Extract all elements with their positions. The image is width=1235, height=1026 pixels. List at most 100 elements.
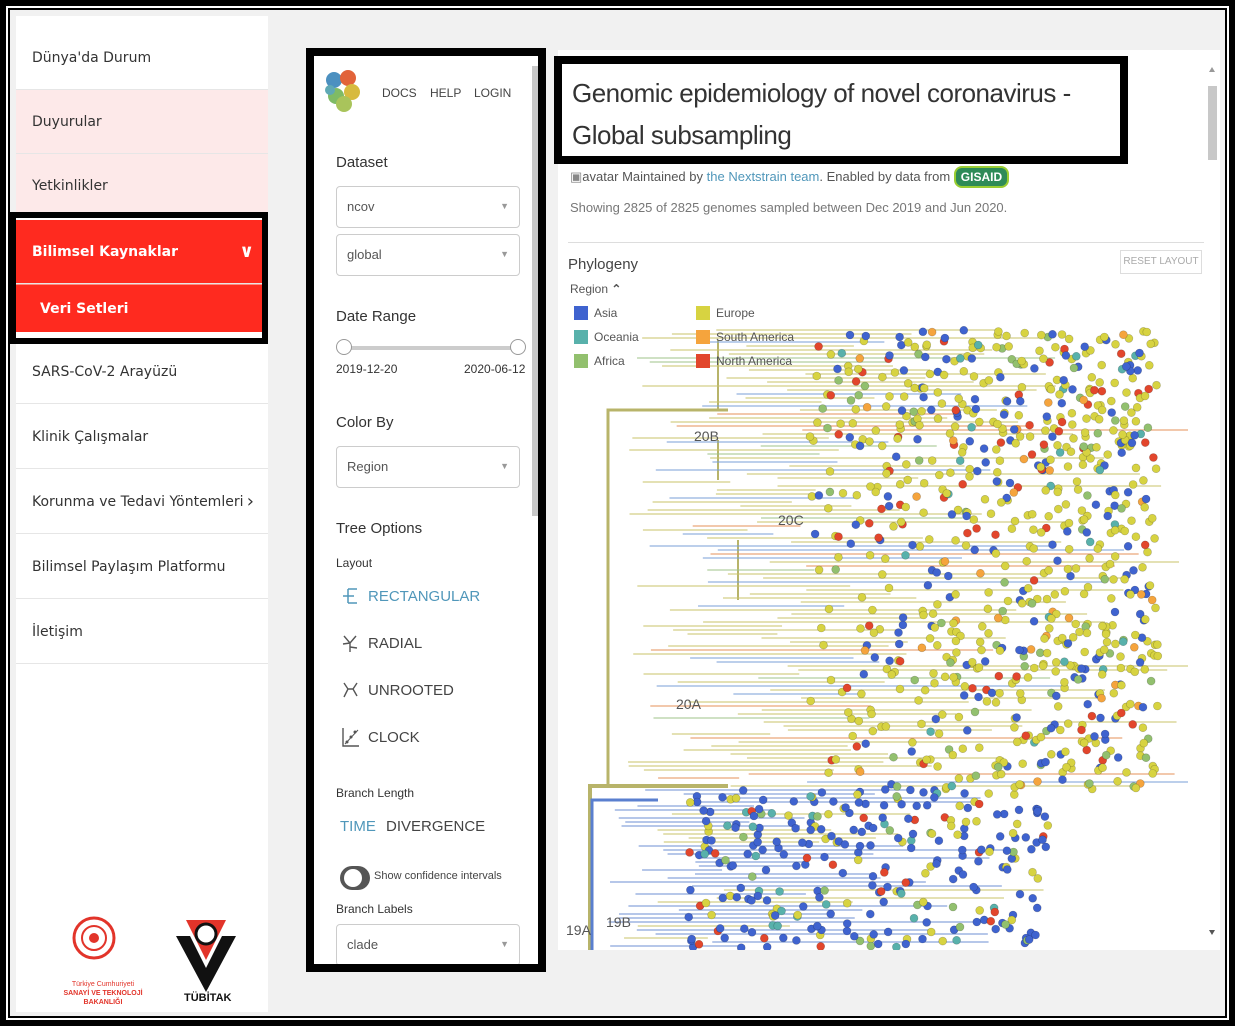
layout-rectangular[interactable]: RECTANGULAR: [340, 582, 480, 610]
clade-label-19b: 19B: [606, 914, 631, 930]
sidebar-item-korunma[interactable]: Korunma ve Tedavi Yöntemleri ›: [16, 470, 268, 534]
legend-item[interactable]: Europe: [696, 306, 755, 320]
legend-item[interactable]: South America: [696, 330, 794, 344]
help-link[interactable]: HELP: [430, 86, 461, 100]
date-range-end-handle[interactable]: [510, 339, 526, 355]
legend-swatch: [574, 306, 588, 320]
date-range-label: Date Range: [336, 308, 417, 325]
layout-label-radial: RADIAL: [368, 634, 423, 652]
caret-down-icon: ▼: [500, 201, 509, 211]
avatar-alt: avatar: [582, 169, 619, 184]
branch-length-divergence[interactable]: DIVERGENCE: [386, 818, 485, 835]
phylogeny-tree[interactable]: [568, 280, 1208, 950]
sidebar-item-label: Dünya'da Durum: [32, 49, 152, 66]
legend-item[interactable]: Oceania: [574, 330, 639, 344]
footer-logos: Türkiye Cumhuriyeti SANAYİ VE TEKNOLOJİ …: [36, 916, 256, 1006]
byline: ▣avatar Maintained by the Nextstrain tea…: [570, 166, 1010, 188]
legend-label: Oceania: [594, 330, 639, 344]
layout-unrooted[interactable]: UNROOTED: [340, 676, 454, 704]
color-by-value: Region: [347, 459, 389, 474]
clock-scatter-icon: [342, 728, 359, 747]
reset-layout-button[interactable]: RESET LAYOUT: [1120, 250, 1202, 274]
chevron-right-icon: ›: [246, 491, 254, 512]
legend-label: Asia: [594, 306, 618, 320]
date-start: 2019-12-20: [336, 362, 398, 376]
avatar-broken-image-icon: ▣: [570, 169, 583, 184]
dataset-label: Dataset: [336, 154, 388, 171]
sidebar-item-label: SARS-CoV-2 Arayüzü: [32, 363, 178, 380]
phylogeny-title: Phylogeny: [568, 256, 639, 273]
legend-swatch: [574, 330, 588, 344]
color-by-select[interactable]: Region ▼: [336, 446, 520, 488]
legend-label: Europe: [716, 306, 755, 320]
main-scrollbar[interactable]: [1206, 62, 1218, 942]
confidence-toggle-knob: [344, 869, 362, 887]
highlight-box-title: Genomic epidemiology of novel coronaviru…: [554, 56, 1128, 164]
layout-label-rectangular: RECTANGULAR: [368, 587, 481, 605]
caret-down-icon: ▼: [500, 249, 509, 259]
page-title: Genomic epidemiology of novel coronaviru…: [572, 78, 1071, 150]
nextstrain-team-link[interactable]: the Nextstrain team: [707, 169, 820, 184]
caret-down-icon: ▼: [500, 939, 509, 949]
ministry-logo-text: Türkiye Cumhuriyeti SANAYİ VE TEKNOLOJİ …: [58, 980, 148, 1007]
highlight-box-sidebar: [10, 212, 268, 344]
rectangular-tree-icon: [343, 588, 357, 604]
date-end: 2020-06-12: [464, 362, 526, 376]
dataset-sub-select[interactable]: global ▼: [336, 234, 520, 276]
gisaid-logo[interactable]: GISAID: [953, 166, 1010, 188]
legend-swatch: [696, 330, 710, 344]
sidebar-item-sars-cov-2[interactable]: SARS-CoV-2 Arayüzü: [16, 340, 268, 404]
nextstrain-sidebar: DOCS HELP LOGIN Dataset ncov ▼ global ▼ Da…: [306, 48, 546, 972]
screen: Dünya'da Durum Duyurular Yetkinlikler Bi…: [8, 8, 1227, 1018]
legend-label: Africa: [594, 354, 625, 368]
sidebar-item-label: Duyurular: [32, 113, 102, 130]
tree-panel: ▣avatar Maintained by the Nextstrain tea…: [558, 50, 1220, 950]
sidebar-item-yetkinlikler[interactable]: Yetkinlikler: [16, 154, 268, 218]
layout-label-clock: CLOCK: [368, 728, 420, 746]
legend-title: Region: [570, 282, 609, 296]
dataset-value: ncov: [347, 199, 375, 214]
clade-label-20c: 20C: [778, 512, 804, 528]
sidebar: Dünya'da Durum Duyurular Yetkinlikler Bi…: [16, 16, 268, 1012]
legend-item[interactable]: North America: [696, 354, 792, 368]
legend-swatch: [696, 306, 710, 320]
nextstrain-scrollbar[interactable]: [532, 66, 538, 516]
date-range-track[interactable]: [342, 346, 518, 350]
sidebar-item-paylasim[interactable]: Bilimsel Paylaşım Platformu: [16, 535, 268, 599]
sidebar-item-label: İletişim: [32, 623, 83, 640]
sidebar-item-dunyada-durum[interactable]: Dünya'da Durum: [16, 26, 268, 90]
sidebar-item-klinik[interactable]: Klinik Çalışmalar: [16, 405, 268, 469]
layout-radial[interactable]: RADIAL: [340, 629, 422, 657]
branch-length-time[interactable]: TIME: [340, 818, 376, 835]
sidebar-item-label: Klinik Çalışmalar: [32, 428, 149, 445]
sidebar-item-iletisim[interactable]: İletişim: [16, 600, 268, 664]
nextstrain-logo[interactable]: [324, 68, 360, 114]
sidebar-item-label: Bilimsel Paylaşım Platformu: [32, 558, 226, 575]
sidebar-item-label: Yetkinlikler: [32, 177, 108, 194]
layout-label-unrooted: UNROOTED: [368, 681, 454, 699]
dataset-sub-value: global: [347, 247, 382, 262]
tubitak-logo-text: TÜBİTAK: [184, 992, 232, 1004]
branch-length-label: Branch Length: [336, 786, 415, 800]
color-by-label: Color By: [336, 414, 394, 431]
sidebar-item-label: Korunma ve Tedavi Yöntemleri: [32, 493, 244, 510]
legend-toggle[interactable]: Region ⌃: [570, 282, 621, 296]
legend-label: North America: [716, 354, 793, 368]
caret-down-icon: ▼: [500, 461, 509, 471]
branch-labels-select[interactable]: clade ▼: [336, 924, 520, 964]
legend-item[interactable]: Africa: [574, 354, 625, 368]
clade-label-20a: 20A: [676, 696, 701, 712]
sidebar-item-duyurular[interactable]: Duyurular: [16, 90, 268, 154]
legend-swatch: [574, 354, 588, 368]
legend-item[interactable]: Asia: [574, 306, 617, 320]
date-range-start-handle[interactable]: [336, 339, 352, 355]
tree-options-label: Tree Options: [336, 520, 423, 537]
clade-label-20b: 20B: [694, 428, 719, 444]
radial-tree-icon: [342, 635, 358, 652]
docs-link[interactable]: DOCS: [382, 86, 417, 100]
dataset-select[interactable]: ncov ▼: [336, 186, 520, 228]
layout-clock[interactable]: CLOCK: [340, 723, 420, 751]
confidence-label: Show confidence intervals: [374, 870, 502, 882]
layout-label: Layout: [336, 556, 373, 570]
login-link[interactable]: LOGIN: [474, 86, 511, 100]
